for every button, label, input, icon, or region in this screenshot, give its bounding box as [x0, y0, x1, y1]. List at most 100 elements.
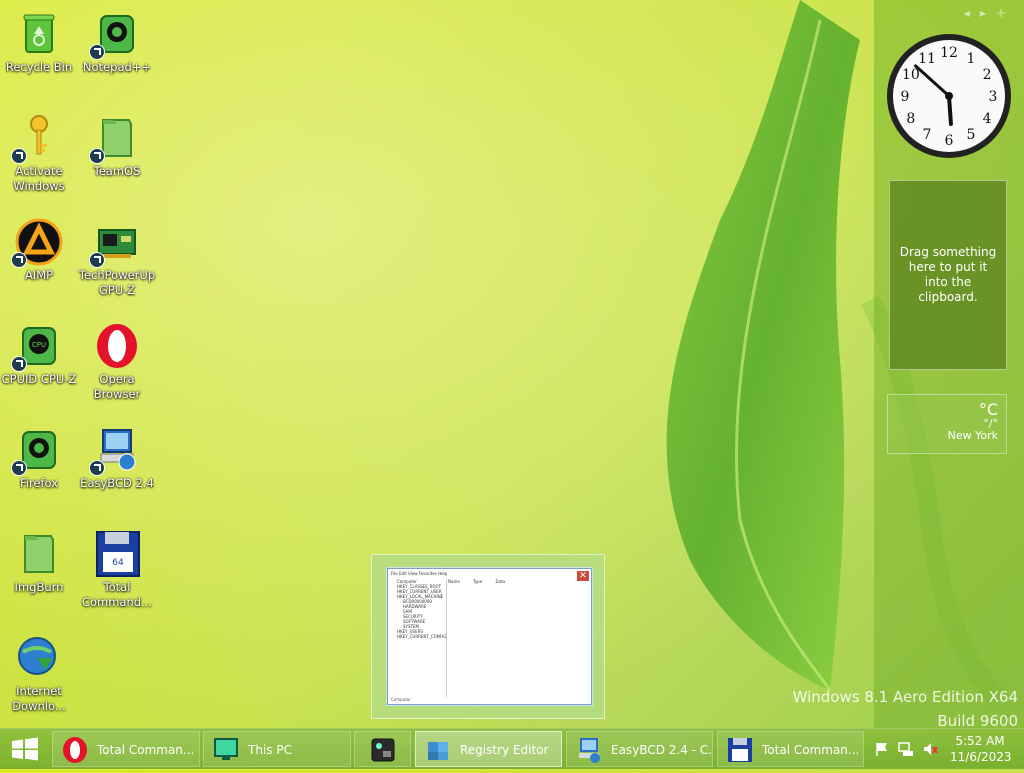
- gpu-z-icon: [89, 218, 141, 268]
- tray-time: 5:52 AM: [955, 734, 1005, 748]
- desktop-icon-label: Opera Browser: [93, 372, 141, 401]
- start-button[interactable]: [0, 729, 50, 769]
- floppy-icon: [728, 738, 752, 762]
- clock-numeral: 4: [983, 111, 992, 127]
- tray-date: 11/6/2023: [950, 750, 1012, 764]
- floppy-icon: 64: [93, 530, 141, 578]
- shortcut-arrow-icon: [89, 252, 105, 268]
- taskbar-item-app[interactable]: [354, 731, 411, 767]
- clock-numeral: 2: [983, 67, 992, 83]
- clock-numeral: 7: [923, 127, 932, 143]
- tree-item: HKEY_CURRENT_CONFIG: [397, 634, 447, 639]
- desktop-icon-aimp[interactable]: AIMP: [0, 218, 78, 283]
- thumbnail-column-headers: Name Type Data: [448, 579, 506, 584]
- thumbnail-status-bar: Computer: [391, 697, 411, 702]
- desktop-icon-total-commander[interactable]: 64 Total Command...: [78, 530, 156, 610]
- weather-range: °/°: [983, 417, 998, 430]
- desktop-icon-label: Internet Downlo...: [12, 684, 66, 713]
- watermark-edition: Windows 8.1 Aero Edition X64: [792, 688, 1018, 706]
- desktop-icon-imgburn[interactable]: ImgBurn: [0, 530, 78, 595]
- tray-clock[interactable]: 5:52 AM 11/6/2023: [950, 733, 1012, 765]
- taskbar: Total Comman... This PC Registry Editor …: [0, 728, 1024, 769]
- taskbar-item-label: Total Comman...: [762, 743, 860, 757]
- registry-icon: [428, 742, 448, 760]
- taskbar-item-label: This PC: [248, 743, 292, 757]
- registry-editor-thumbnail: File Edit View Favorites Help ✕ Computer…: [387, 568, 592, 705]
- desktop-icon-label: Recycle Bin: [5, 60, 73, 74]
- folder-icon: [89, 114, 141, 164]
- taskbar-item-total-commander[interactable]: Total Comman...: [717, 731, 864, 767]
- clock-numeral: 10: [902, 67, 920, 83]
- weather-city: New York: [947, 429, 998, 442]
- clock-numeral: 12: [940, 45, 958, 61]
- idm-icon: [15, 634, 63, 682]
- desktop-icon-easybcd[interactable]: EasyBCD 2.4: [78, 426, 156, 491]
- desktop-icon-label: ImgBurn: [14, 580, 64, 594]
- desktop-icon-label: Total Command...: [81, 580, 153, 609]
- weather-temperature: °C: [978, 400, 998, 419]
- desktop-icon-label: CPUID CPU-Z: [1, 372, 77, 386]
- firefox-icon: [11, 426, 63, 476]
- shortcut-arrow-icon: [89, 460, 105, 476]
- easybcd-icon: [579, 738, 600, 763]
- shortcut-arrow-icon: [89, 44, 105, 60]
- windows-watermark: Windows 8.1 Aero Edition X64 Build 9600: [793, 685, 1018, 733]
- sidebar-controls[interactable]: ◂▸+: [964, 6, 1016, 20]
- opera-icon: [63, 737, 87, 763]
- desktop-icon-opera[interactable]: Opera Browser: [78, 322, 156, 402]
- desktop-icon-internet-download-manager[interactable]: Internet Downlo...: [0, 634, 78, 714]
- taskbar-item-total-commander-opera[interactable]: Total Comman...: [52, 731, 200, 767]
- taskbar-item-registry-editor[interactable]: Registry Editor: [415, 731, 562, 767]
- clipboard-hint: Drag something here to put it into the c…: [899, 245, 997, 304]
- shortcut-arrow-icon: [89, 148, 105, 164]
- weather-gadget[interactable]: °C °/° New York: [887, 394, 1007, 454]
- desktop-icon-label: Firefox: [19, 476, 59, 490]
- desktop-icon-firefox[interactable]: Firefox: [0, 426, 78, 491]
- taskbar-item-label: Total Comman...: [97, 743, 195, 757]
- shortcut-arrow-icon: [11, 148, 27, 164]
- taskbar-item-easybcd[interactable]: EasyBCD 2.4 - C...: [566, 731, 713, 767]
- thumbnail-close-button[interactable]: ✕: [577, 571, 589, 581]
- desktop-icon-recycle-bin[interactable]: Recycle Bin: [0, 10, 78, 75]
- clock-hour-hand: [947, 94, 953, 126]
- taskbar-item-label: EasyBCD 2.4 - C...: [611, 743, 713, 757]
- desktop-icon-label: Activate Windows: [13, 164, 65, 193]
- notepad-icon: [89, 10, 141, 60]
- monitor-icon: [214, 738, 238, 760]
- desktop-icon-notepad-plus-plus[interactable]: Notepad++: [78, 10, 156, 75]
- windows-logo-icon: [12, 737, 38, 761]
- clock-numeral: 6: [945, 133, 954, 149]
- desktop-icon-gpu-z[interactable]: TechPowerUp GPU-Z: [78, 218, 156, 298]
- taskbar-item-this-pc[interactable]: This PC: [203, 731, 351, 767]
- desktop-icon-label: TechPowerUp GPU-Z: [78, 268, 156, 297]
- clock-numeral: 9: [901, 89, 910, 105]
- desktop-icon-label: Notepad++: [82, 60, 152, 74]
- desktop-icon-cpu-z[interactable]: CPU CPUID CPU-Z: [0, 322, 78, 387]
- desktop-icon-label: EasyBCD 2.4: [80, 476, 154, 490]
- clock-numeral: 5: [967, 127, 976, 143]
- taskbar-thumbnail-preview[interactable]: File Edit View Favorites Help ✕ Computer…: [371, 554, 605, 719]
- taskbar-item-label: Registry Editor: [460, 743, 549, 757]
- clock-numeral: 11: [918, 51, 936, 67]
- easybcd-icon: [89, 426, 141, 476]
- thumbnail-registry-tree: Computer HKEY_CLASSES_ROOT HKEY_CURRENT_…: [391, 579, 447, 697]
- recycle-bin-icon: [15, 10, 63, 58]
- clipboard-gadget[interactable]: Drag something here to put it into the c…: [889, 180, 1007, 370]
- desktop-icon-label: TeamOS: [93, 164, 141, 178]
- clock-numeral: 8: [906, 111, 915, 127]
- system-tray: 5:52 AM 11/6/2023: [870, 729, 1024, 769]
- clock-gadget[interactable]: 1234567891011 12: [886, 33, 1012, 159]
- app-icon: [371, 738, 395, 762]
- network-icon[interactable]: [898, 741, 914, 757]
- opera-icon: [93, 322, 141, 370]
- shortcut-arrow-icon: [11, 460, 27, 476]
- desktop-icon-activate-windows[interactable]: Activate Windows: [0, 114, 78, 194]
- action-center-flag-icon[interactable]: [874, 741, 890, 757]
- desktop-icon-teamos[interactable]: TeamOS: [78, 114, 156, 179]
- svg-text:CPU: CPU: [32, 341, 46, 349]
- aimp-icon: [11, 218, 63, 268]
- clock-numeral: 3: [989, 89, 998, 105]
- gadget-sidebar: ◂▸+ 1 2 3 4 5 6 7 8 9 10 11 12 Drag something here …: [874, 0, 1024, 728]
- svg-text:64: 64: [112, 558, 124, 568]
- volume-muted-icon[interactable]: [922, 741, 938, 757]
